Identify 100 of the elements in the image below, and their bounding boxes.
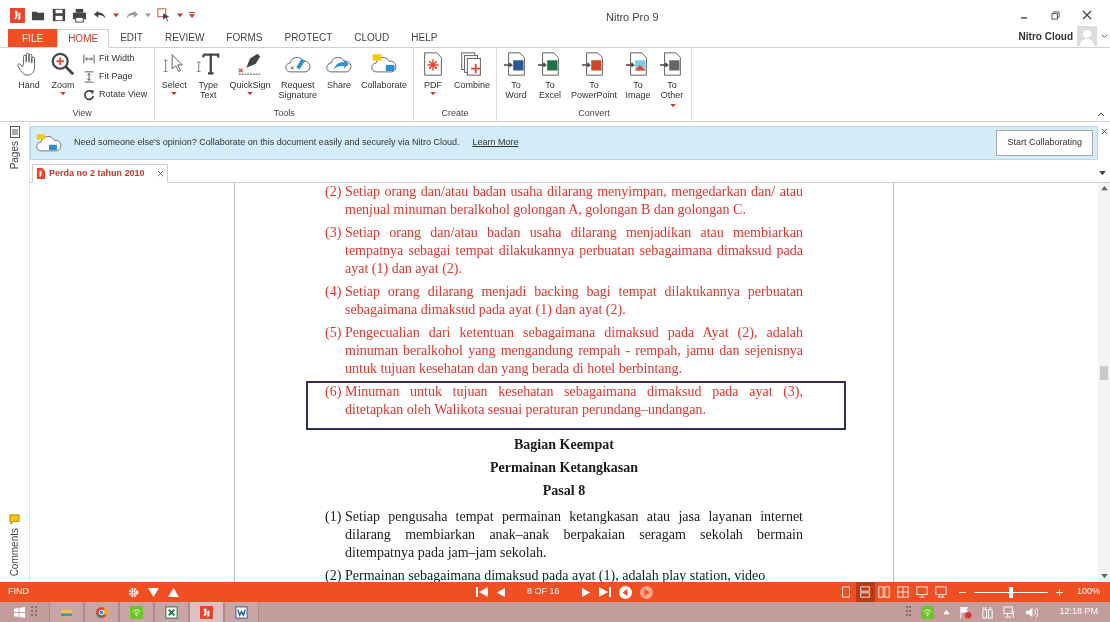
zoom-icon — [50, 51, 76, 77]
document-icon — [235, 605, 248, 619]
close-icon[interactable] — [1100, 128, 1108, 135]
ribbon-button[interactable]: Fit Width — [83, 51, 148, 66]
forward-icon[interactable] — [639, 585, 653, 599]
single-page-icon — [840, 586, 853, 598]
section-heading: Bagian Keempat — [513, 436, 615, 454]
taskbar-button[interactable] — [224, 602, 259, 622]
page-indicator[interactable]: 8 OF 16 — [527, 585, 560, 599]
collapse-icon[interactable] — [1097, 111, 1105, 117]
ribbon-tab[interactable]: HOME — [57, 29, 110, 48]
ribbon-tab[interactable]: HELP — [400, 28, 449, 47]
chevron-down-icon[interactable] — [1101, 32, 1108, 40]
scroll-thumb[interactable] — [1100, 365, 1108, 380]
network-icon[interactable] — [1003, 605, 1017, 619]
save-icon[interactable] — [52, 8, 66, 22]
pen-nib-icon — [236, 51, 263, 77]
customize-icon[interactable] — [189, 11, 195, 19]
ribbon-button[interactable]: Type Text — [192, 51, 225, 100]
printer-icon[interactable] — [72, 7, 87, 23]
ribbon-button[interactable]: To Image — [622, 51, 654, 100]
scroll-up-icon[interactable] — [1100, 186, 1108, 191]
ribbon-button[interactable]: To Other — [656, 51, 688, 110]
section-heading: Permainan Ketangkasan — [488, 459, 640, 477]
close-icon[interactable] — [156, 170, 164, 177]
ribbon-button[interactable]: To PowerPoint — [568, 51, 620, 100]
ribbon-tab[interactable]: FORMS — [215, 28, 274, 47]
last-page-icon[interactable] — [598, 586, 611, 598]
ribbon-tab[interactable]: REVIEW — [153, 28, 216, 47]
document-tab[interactable]: Perda no 2 tahun 2010 — [32, 164, 168, 183]
ribbon-button[interactable]: To Word — [500, 51, 532, 100]
gear-icon[interactable] — [128, 586, 139, 598]
first-page-icon[interactable] — [476, 586, 488, 598]
taskbar-button[interactable] — [84, 602, 119, 622]
caret-icon[interactable] — [145, 12, 151, 18]
side-panel-tab[interactable]: Comments — [7, 513, 22, 576]
flag-icon[interactable] — [959, 605, 973, 619]
cloud-chat-icon — [35, 132, 63, 154]
scrollbar[interactable] — [1098, 183, 1110, 582]
caret-icon[interactable] — [113, 12, 119, 18]
back-icon[interactable] — [618, 585, 632, 599]
item-number: (1) — [325, 508, 343, 526]
taskbar-button[interactable] — [189, 602, 224, 622]
select-page-icon[interactable] — [157, 8, 171, 22]
ribbon-tab[interactable]: EDIT — [109, 28, 154, 47]
ribbon-button[interactable]: To Excel — [534, 51, 566, 100]
power-icon[interactable] — [981, 605, 995, 619]
fit-page-icon — [83, 70, 95, 83]
paragraph-text: Pengecualian dari ketentuan sebagaimana dimaksud pada Ayat (2), adalah minuman beralkohol yang mengandung rempah - rempah, jamu dan sejenisnya untuk tujuan kesehatan dan yang berada di hotel berbintang. — [345, 324, 803, 378]
section-heading: Pasal 8 — [541, 482, 587, 500]
zoom-level[interactable]: 100% — [1076, 585, 1100, 599]
start-icon[interactable] — [14, 606, 25, 618]
zoom-slider-track[interactable] — [973, 586, 1048, 598]
dropdown-arrow-icon[interactable] — [1099, 171, 1106, 176]
learn-more-link[interactable]: Learn More — [472, 136, 519, 150]
taskbar-button[interactable] — [154, 602, 189, 622]
item-number: (6) — [325, 383, 343, 401]
ribbon-tab[interactable]: CLOUD — [343, 28, 401, 47]
group-label: View — [72, 107, 92, 120]
paragraph-text: Setiap orang dan/atau badan usaha dilarang menyimpan, mengedarkan dan/ atau menjual minuman beralkohol golongan A, golongan B dan golongan C. — [345, 183, 803, 219]
caret-icon[interactable] — [177, 12, 183, 18]
ribbon-button[interactable]: Fit Page — [83, 69, 148, 84]
ribbon-button[interactable]: Share — [321, 51, 356, 90]
wifi-app-icon[interactable] — [921, 605, 935, 619]
view-mode-button[interactable] — [855, 582, 875, 602]
item-number: (3) — [325, 224, 343, 242]
two-page-icon — [878, 586, 891, 598]
ribbon-button[interactable]: Zoom — [47, 51, 79, 96]
next-page-icon[interactable] — [581, 586, 591, 598]
ribbon-button[interactable]: Hand — [13, 51, 45, 90]
file-tab[interactable]: FILE — [8, 29, 58, 47]
ribbon-button[interactable]: PDF — [416, 51, 449, 96]
ribbon-button[interactable]: Select — [158, 51, 191, 96]
triangle-down-icon[interactable] — [148, 587, 159, 597]
start-collaborating-button[interactable]: Start Collaborating — [996, 130, 1093, 156]
ribbon-button[interactable]: Combine — [450, 51, 493, 90]
scroll-down-icon[interactable] — [1100, 574, 1108, 579]
restore-icon[interactable] — [1051, 10, 1060, 20]
taskbar-button[interactable] — [119, 602, 154, 622]
taskbar-button[interactable] — [49, 602, 84, 622]
item-number: (4) — [325, 283, 343, 301]
side-panel-tab[interactable]: Pages — [7, 126, 22, 170]
ribbon-button[interactable]: Request Signature — [275, 51, 320, 100]
window-title: Nitro Pro 9 — [606, 10, 659, 25]
rotate-icon — [83, 88, 95, 101]
ribbon-button[interactable]: QuickSign — [226, 51, 274, 96]
close-icon[interactable] — [1082, 10, 1092, 20]
fit-width-icon — [83, 52, 95, 65]
ribbon-button[interactable]: Collaborate — [357, 51, 410, 90]
ribbon-tab[interactable]: PROTECT — [273, 28, 344, 47]
zoom-in-icon[interactable] — [1055, 588, 1063, 596]
previous-page-icon[interactable] — [496, 586, 505, 598]
account-name[interactable]: Nitro Cloud — [1018, 28, 1073, 44]
speaker-icon[interactable] — [1025, 605, 1039, 619]
apps-grid-icon[interactable] — [31, 606, 39, 618]
triangle-up-icon[interactable] — [168, 587, 179, 597]
grip-icon — [906, 606, 913, 618]
show-hidden-icon[interactable] — [943, 609, 951, 615]
ribbon-button[interactable]: Rotate View — [83, 87, 148, 102]
zoom-slider-thumb[interactable] — [1008, 586, 1013, 598]
